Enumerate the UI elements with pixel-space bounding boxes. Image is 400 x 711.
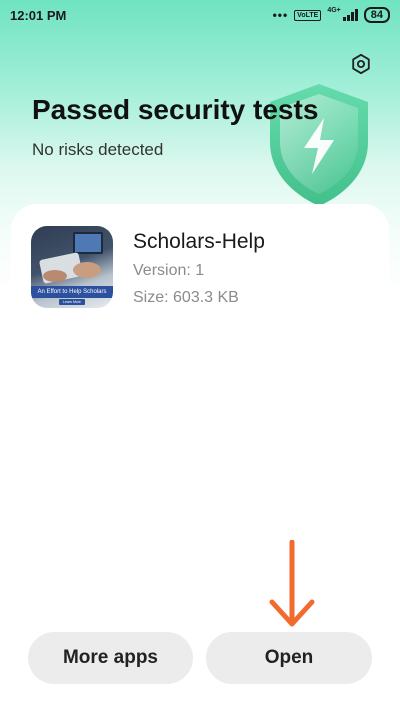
gear-icon	[352, 53, 370, 75]
arrow-down-icon	[269, 540, 315, 627]
app-name: Scholars-Help	[133, 230, 265, 253]
app-icon-mini-button: Learn More	[59, 299, 85, 305]
volte-icon: VoLTE	[294, 9, 322, 21]
notification-dots: •••	[272, 8, 289, 22]
status-icons: ••• VoLTE 4G+ 84	[273, 7, 390, 23]
page-title: Passed security tests	[32, 94, 319, 125]
app-size: Size: 603.3 KB	[133, 289, 239, 306]
app-icon-banner: An Effort to Help Scholars	[31, 286, 113, 298]
settings-button[interactable]	[349, 52, 373, 76]
open-button[interactable]: Open	[206, 632, 372, 684]
more-apps-button[interactable]: More apps	[28, 632, 193, 684]
app-version: Version: 1	[133, 262, 205, 279]
signal-icon	[342, 9, 358, 21]
status-time: 12:01 PM	[10, 7, 67, 23]
page-subtitle: No risks detected	[32, 140, 164, 159]
app-icon-image	[39, 232, 103, 284]
network-label: 4G+	[327, 7, 341, 14]
app-icon: An Effort to Help Scholars Learn More	[31, 226, 113, 308]
battery-icon: 84	[363, 7, 390, 23]
status-bar: 12:01 PM ••• VoLTE 4G+ 84	[0, 0, 400, 30]
